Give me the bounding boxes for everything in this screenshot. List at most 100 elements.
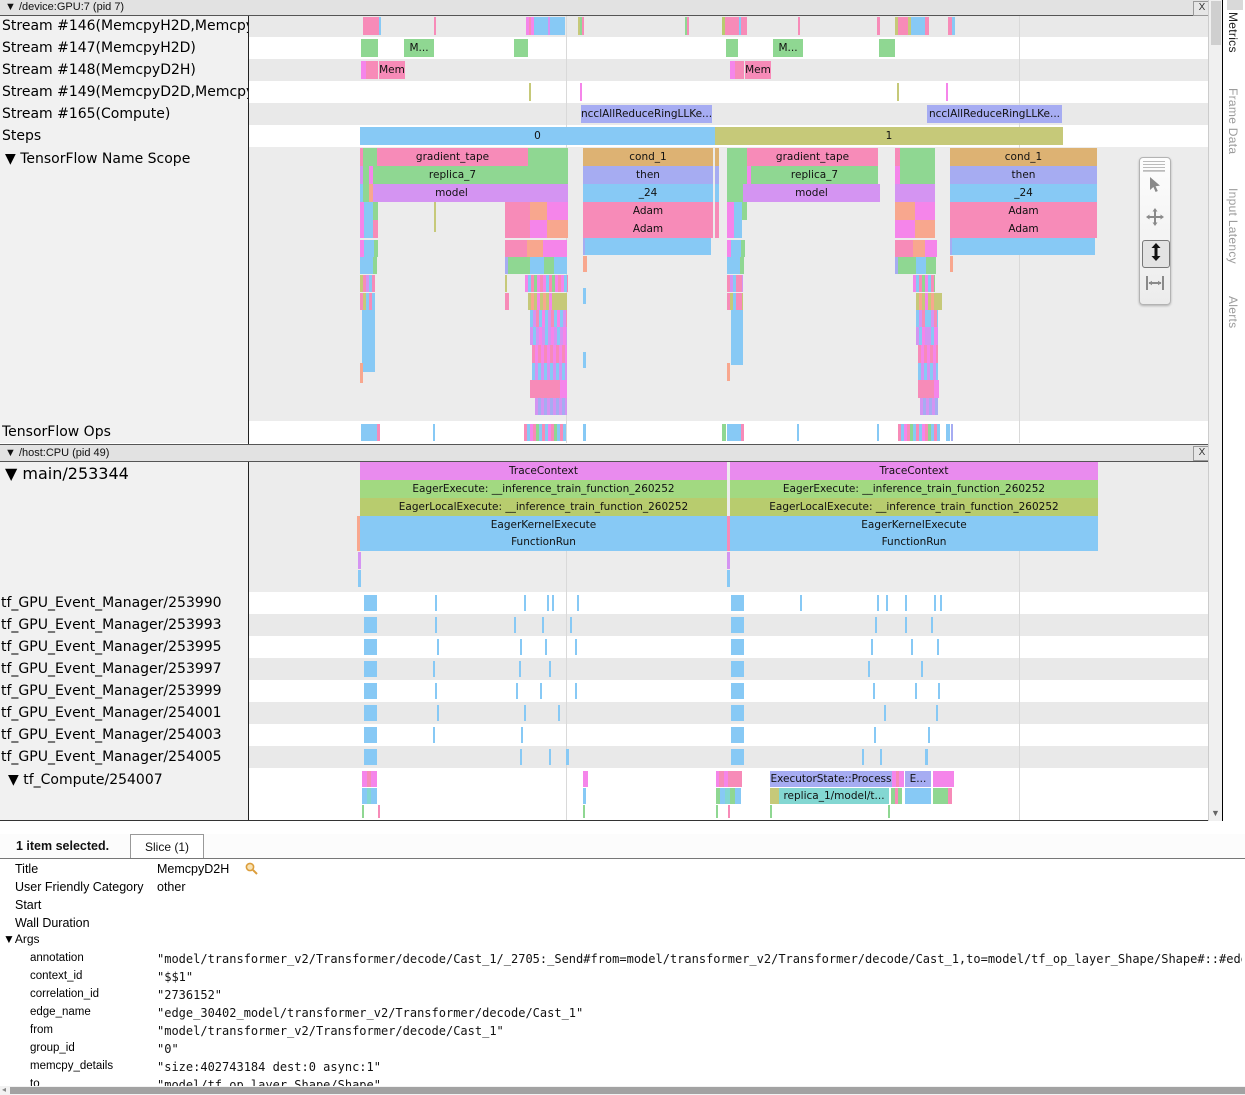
trace-slice[interactable] [530,310,567,327]
trace-slice[interactable] [360,275,375,292]
trace-slice[interactable] [895,184,935,202]
trace-slice[interactable] [731,749,744,765]
trace-slice[interactable] [549,661,551,677]
trace-slice[interactable] [933,771,954,787]
trace-slice[interactable] [550,17,565,35]
trace-slice[interactable] [727,166,747,184]
trace-slice[interactable] [913,275,935,292]
trace-slice[interactable] [520,639,522,655]
trace-slice[interactable] [952,17,955,35]
trace-slice[interactable]: replica_7 [751,166,878,184]
trace-slice[interactable] [731,595,744,611]
trace-slice[interactable] [360,257,373,274]
trace-slice[interactable] [875,617,877,633]
trace-slice[interactable] [524,424,566,441]
trace-slice[interactable] [715,220,719,238]
trace-slice[interactable] [583,256,587,272]
trace-slice[interactable]: gradient_tape [747,148,878,166]
trace-slice[interactable] [731,683,744,699]
trace-slice[interactable] [735,61,744,79]
trace-slice[interactable] [521,727,523,743]
trace-slice[interactable] [727,220,734,238]
trace-slice[interactable] [925,749,928,765]
trace-slice[interactable] [364,683,377,699]
trace-slice[interactable] [770,788,779,804]
trace-slice[interactable] [433,661,435,677]
trace-slice[interactable]: 1 [715,127,1063,145]
trace-slice[interactable] [950,256,953,272]
trace-slice[interactable] [900,166,935,184]
trace-slice[interactable] [371,771,377,787]
trace-slice[interactable] [735,788,741,804]
trace-slice[interactable]: replica_7 [377,166,528,184]
scroll-left-arrow-icon[interactable]: ◂ [2,1085,6,1094]
trace-slice[interactable] [731,310,743,365]
trace-slice[interactable] [898,424,940,441]
trace-slice[interactable] [540,683,542,699]
trace-slice[interactable] [379,17,381,35]
trace-slice[interactable] [926,257,936,274]
trace-slice[interactable] [514,617,516,633]
trace-slice[interactable] [913,240,925,257]
trace-slice[interactable] [364,639,377,655]
trace-slice[interactable] [575,639,577,655]
trace-slice[interactable] [362,805,364,818]
trace-slice[interactable] [898,788,902,804]
trace-slice[interactable]: EagerLocalExecute: __inference_train_fun… [730,498,1098,516]
trace-slice[interactable] [364,220,373,238]
trace-slice[interactable] [560,380,567,398]
trace-slice[interactable] [874,727,876,743]
trace-slice[interactable]: _24 [950,184,1097,202]
trace-slice[interactable] [871,639,873,655]
trace-slice[interactable] [938,683,940,699]
trace-slice[interactable] [364,727,377,743]
trace-slice[interactable] [798,17,800,35]
horizontal-scrollbar[interactable]: ◂ [0,1086,1245,1095]
trace-slice[interactable] [374,240,378,257]
trace-slice[interactable] [873,683,875,699]
track-label[interactable]: ▼ tf_Compute/254007 [8,772,163,788]
trace-slice[interactable] [727,570,730,587]
trace-slice[interactable] [734,220,742,238]
trace-slice[interactable] [505,220,530,238]
trace-slice[interactable] [373,202,378,220]
trace-slice[interactable] [940,595,942,611]
trace-slice[interactable] [364,595,377,611]
trace-slice[interactable] [928,727,930,743]
trace-slice[interactable] [877,424,879,441]
trace-slice[interactable] [741,424,744,441]
trace-slice[interactable] [369,166,373,184]
trace-slice[interactable] [547,202,568,220]
trace-slice[interactable] [364,661,377,677]
trace-slice[interactable] [525,275,568,292]
trace-slice[interactable] [434,202,436,232]
trace-slice[interactable] [715,148,719,166]
trace-slice[interactable] [528,293,555,310]
trace-slice[interactable] [727,424,741,441]
trace-slice[interactable] [549,749,551,765]
trace-slice[interactable] [951,424,953,441]
trace-slice[interactable]: E... [905,771,931,787]
trace-slice[interactable] [722,424,726,441]
trace-slice[interactable] [731,240,741,257]
trace-slice[interactable] [505,202,530,220]
trace-slice[interactable] [862,749,864,765]
trace-slice[interactable] [528,166,568,184]
trace-slice[interactable] [524,705,526,721]
trace-slice[interactable] [363,148,377,166]
trace-slice[interactable] [877,595,879,611]
trace-slice[interactable] [514,39,528,57]
trace-slice[interactable] [527,240,543,257]
trace-slice[interactable]: EagerExecute: __inference_train_function… [360,480,727,498]
trace-slice[interactable] [575,683,577,699]
trace-slice[interactable]: ncclAllReduceRingLLKe... [581,105,712,123]
trace-slice[interactable] [895,240,913,257]
trace-slice[interactable] [895,202,915,220]
trace-slice[interactable] [542,617,544,633]
trace-slice[interactable] [435,617,437,633]
trace-slice[interactable] [726,39,738,57]
trace-slice[interactable] [358,570,361,587]
trace-slice[interactable] [897,83,899,101]
trace-slice[interactable] [911,639,913,655]
trace-slice[interactable] [946,83,948,101]
